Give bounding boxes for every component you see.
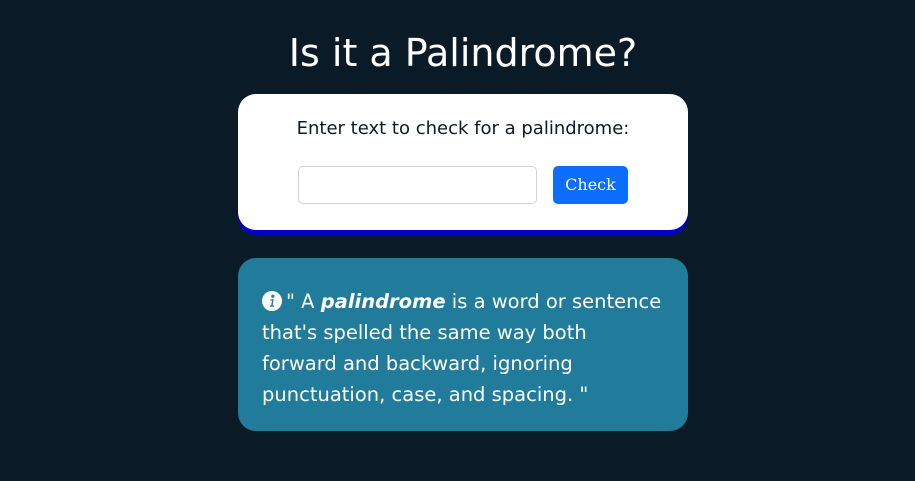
info-icon (262, 291, 282, 311)
text-input[interactable] (298, 166, 537, 204)
input-label: Enter text to check for a palindrome: (296, 118, 630, 139)
palindrome-checker-card: Enter text to check for a palindrome: Ch… (238, 94, 688, 230)
quote-open-text: " A (286, 290, 321, 313)
check-button[interactable]: Check (553, 166, 628, 204)
page: Is it a Palindrome? Enter text to check … (0, 0, 915, 481)
info-box: " A palindrome is a word or sentence tha… (238, 258, 688, 431)
palindrome-term: palindrome (320, 290, 446, 313)
page-title: Is it a Palindrome? (288, 31, 638, 75)
